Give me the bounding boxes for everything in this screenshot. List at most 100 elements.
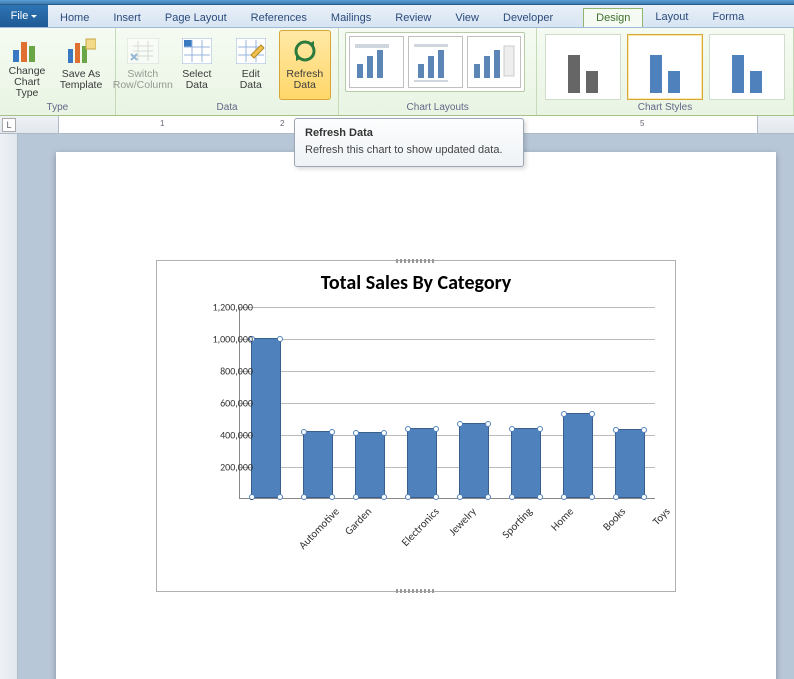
- document-background[interactable]: Total Sales By Category -200,000400,0006…: [18, 134, 794, 679]
- ribbon: Change Chart Type Save As Template Type …: [0, 28, 794, 116]
- selection-handle[interactable]: [381, 494, 387, 500]
- selection-handle[interactable]: [509, 494, 515, 500]
- bar-home[interactable]: [511, 428, 541, 498]
- selection-handle[interactable]: [277, 336, 283, 342]
- layout-thumb-1[interactable]: [349, 36, 404, 88]
- save-as-template-button[interactable]: Save As Template: [55, 30, 107, 100]
- selection-handle[interactable]: [509, 426, 515, 432]
- chart-object[interactable]: Total Sales By Category -200,000400,0006…: [156, 260, 676, 592]
- select-data-button[interactable]: Select Data: [171, 30, 223, 100]
- tab-forma[interactable]: Forma: [700, 8, 756, 27]
- bar-automotive[interactable]: [251, 338, 281, 498]
- selection-handle[interactable]: [353, 430, 359, 436]
- edit-data-icon: [235, 35, 267, 67]
- tab-layout[interactable]: Layout: [643, 8, 700, 27]
- y-tick-label: 200,000: [220, 461, 253, 474]
- switch-label: Switch Row/Column: [113, 69, 173, 91]
- selection-handle[interactable]: [485, 494, 491, 500]
- style-thumb-3[interactable]: [709, 34, 785, 100]
- tab-references[interactable]: References: [239, 9, 319, 27]
- edit-data-button[interactable]: Edit Data: [225, 30, 277, 100]
- style-thumb-2[interactable]: [627, 34, 703, 100]
- tab-home[interactable]: Home: [48, 9, 101, 27]
- layout-thumb-3[interactable]: [467, 36, 522, 88]
- switch-icon: [127, 35, 159, 67]
- x-tick-label: Toys: [650, 505, 673, 528]
- y-tick-label: -: [250, 493, 253, 506]
- selection-handle[interactable]: [641, 494, 647, 500]
- selection-handle[interactable]: [381, 430, 387, 436]
- selection-handle[interactable]: [329, 494, 335, 500]
- group-type: Change Chart Type Save As Template Type: [0, 28, 116, 115]
- save-as-template-label: Save As Template: [60, 69, 103, 91]
- x-tick-label: Home: [548, 505, 576, 533]
- selection-handle[interactable]: [405, 426, 411, 432]
- file-tab[interactable]: File: [0, 5, 48, 27]
- selection-handle[interactable]: [329, 429, 335, 435]
- selection-handle[interactable]: [301, 494, 307, 500]
- ruler-vertical[interactable]: [0, 134, 18, 679]
- group-chart-styles-label: Chart Styles: [537, 102, 793, 115]
- chart-styles-gallery[interactable]: [543, 32, 787, 102]
- file-tab-label: File: [11, 10, 29, 22]
- tab-developer[interactable]: Developer: [491, 9, 565, 27]
- selection-handle[interactable]: [641, 427, 647, 433]
- change-chart-type-button[interactable]: Change Chart Type: [1, 30, 53, 100]
- tooltip-body: Refresh this chart to show updated data.: [305, 144, 513, 156]
- group-chart-styles: Chart Styles: [537, 28, 794, 115]
- tab-insert[interactable]: Insert: [101, 9, 153, 27]
- layout-thumb-2[interactable]: [408, 36, 463, 88]
- selection-handle[interactable]: [301, 429, 307, 435]
- style-thumb-1[interactable]: [545, 34, 621, 100]
- selection-handle[interactable]: [589, 411, 595, 417]
- group-chart-layouts-label: Chart Layouts: [339, 102, 536, 115]
- bar-toys[interactable]: [615, 429, 645, 498]
- selection-handle[interactable]: [485, 421, 491, 427]
- tab-mailings[interactable]: Mailings: [319, 9, 383, 27]
- y-tick-label: 800,000: [220, 365, 253, 378]
- switch-row-column-button: Switch Row/Column: [117, 30, 169, 100]
- selection-handle[interactable]: [277, 494, 283, 500]
- group-chart-layouts: Chart Layouts: [339, 28, 537, 115]
- bar-sporting[interactable]: [459, 423, 489, 498]
- selection-handle[interactable]: [613, 427, 619, 433]
- tab-view[interactable]: View: [443, 9, 491, 27]
- tab-page-layout[interactable]: Page Layout: [153, 9, 239, 27]
- select-data-icon: [181, 35, 213, 67]
- bar-electronics[interactable]: [355, 432, 385, 498]
- selection-handle[interactable]: [589, 494, 595, 500]
- selection-handle[interactable]: [457, 421, 463, 427]
- template-icon: [65, 35, 97, 67]
- group-data-label: Data: [116, 102, 339, 115]
- edit-data-label: Edit Data: [240, 69, 262, 91]
- x-tick-label: Automotive: [296, 505, 342, 552]
- bar-jewelry[interactable]: [407, 428, 437, 498]
- selection-handle[interactable]: [433, 494, 439, 500]
- selection-handle[interactable]: [561, 494, 567, 500]
- bar-garden[interactable]: [303, 431, 333, 498]
- tab-design[interactable]: Design: [583, 8, 643, 27]
- selection-handle[interactable]: [537, 426, 543, 432]
- page[interactable]: Total Sales By Category -200,000400,0006…: [56, 152, 776, 679]
- select-data-label: Select Data: [182, 69, 211, 91]
- plot-area[interactable]: [239, 307, 655, 499]
- selection-handle[interactable]: [405, 494, 411, 500]
- bar-books[interactable]: [563, 413, 593, 498]
- selection-handle[interactable]: [537, 494, 543, 500]
- selection-handle[interactable]: [613, 494, 619, 500]
- selection-handle[interactable]: [457, 494, 463, 500]
- chart-title[interactable]: Total Sales By Category: [157, 261, 675, 299]
- tooltip-refresh-data: Refresh Data Refresh this chart to show …: [294, 118, 524, 167]
- ruler-mark: 1: [160, 119, 164, 128]
- chart-layouts-gallery[interactable]: [345, 32, 525, 92]
- group-type-label: Type: [0, 102, 115, 115]
- ruler-corner[interactable]: L: [2, 118, 16, 132]
- tab-review[interactable]: Review: [383, 9, 443, 27]
- group-data: Switch Row/Column Select Data Edit Data …: [116, 28, 340, 115]
- selection-handle[interactable]: [353, 494, 359, 500]
- y-tick-label: 600,000: [220, 397, 253, 410]
- workarea: Total Sales By Category -200,000400,0006…: [0, 134, 794, 679]
- selection-handle[interactable]: [561, 411, 567, 417]
- refresh-data-button[interactable]: Refresh Data: [279, 30, 331, 100]
- selection-handle[interactable]: [433, 426, 439, 432]
